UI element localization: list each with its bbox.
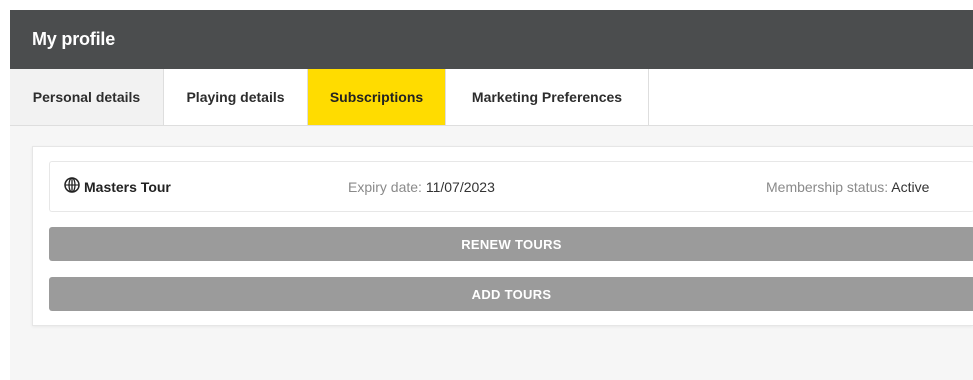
tour-name-label: Masters Tour [84,178,171,195]
renew-tours-button[interactable]: RENEW TOURS [49,227,973,261]
subscription-row: Masters Tour Expiry date: 11/07/2023 Mem… [49,161,973,212]
tab-marketing-preferences[interactable]: Marketing Preferences [446,69,649,125]
page-header: My profile [10,10,973,69]
page-title: My profile [32,29,116,49]
tour-name: Masters Tour [64,177,171,196]
profile-page: My profile Personal details Playing deta… [10,10,973,380]
status-label: Membership status: [766,178,889,195]
profile-tabs: Personal details Playing details Subscri… [10,69,973,126]
subscriptions-card: Masters Tour Expiry date: 11/07/2023 Mem… [32,146,973,326]
expiry-label: Expiry date: [348,178,422,195]
globe-icon [64,177,84,196]
status-value: Active [891,178,930,195]
tab-playing-details[interactable]: Playing details [164,69,308,125]
expiry-value: 11/07/2023 [425,178,495,195]
tab-personal-details[interactable]: Personal details [10,69,164,125]
add-tours-button[interactable]: ADD TOURS [49,277,973,311]
membership-status: Membership status: Active [766,179,929,195]
expiry-date: Expiry date: 11/07/2023 [348,179,495,195]
tab-subscriptions[interactable]: Subscriptions [308,69,446,125]
